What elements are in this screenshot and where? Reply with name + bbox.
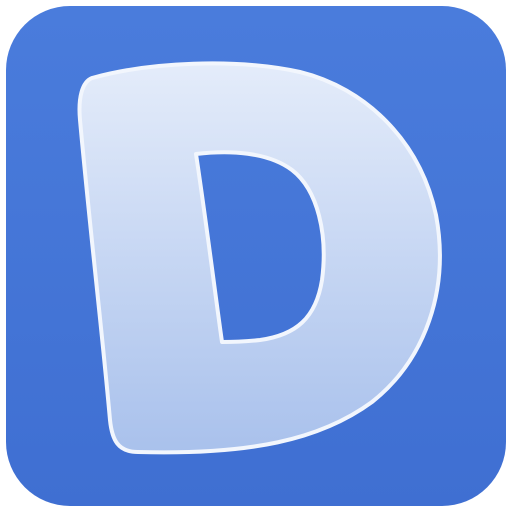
app-icon: [0, 0, 512, 512]
app-icon-svg: [6, 6, 506, 506]
